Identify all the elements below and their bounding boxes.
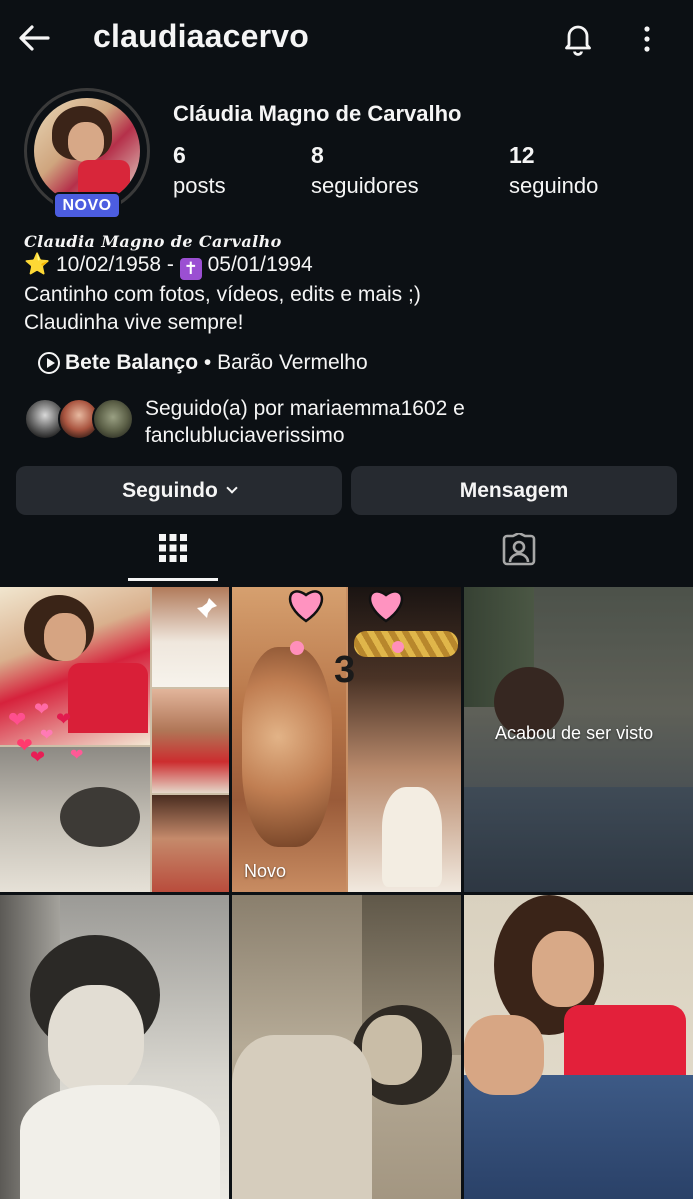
music-song: Bete Balanço [65,351,199,374]
star-icon: ⭐ [24,253,51,276]
posts-grid: ❤ ❤ ❤ ❤ ❤ ❤ ❤ 3 Novo Acabou de ser visto [0,587,693,1199]
heart-sticker-icon [286,587,326,628]
stat-followers-label: seguidores [311,173,419,198]
bio-title: Claudia Magno de Carvalho [24,232,282,251]
mutual-followers-text[interactable]: Seguido(a) por mariaemma1602 e fanclublu… [145,395,465,449]
message-button-label: Mensagem [459,478,569,502]
tab-tagged[interactable] [347,528,693,584]
cross-icon: ✝ [179,258,202,280]
active-tab-indicator [128,578,218,581]
chevron-down-icon [226,482,238,494]
profile-music[interactable]: Bete Balanço • Barão Vermelho [38,351,368,375]
bio-birth: 10/02/1958 - [56,253,180,276]
new-badge: NOVO [53,192,121,219]
following-button[interactable]: Seguindo [16,466,342,515]
profile-username: claudiaacervo [93,18,310,54]
post-tile-3[interactable]: Acabou de ser visto [464,587,693,892]
stat-posts[interactable]: 6 posts [173,142,226,199]
bio-line-2: Cantinho com fotos, vídeos, edits e mais… [24,283,421,306]
post-tile-5[interactable] [232,895,461,1199]
post-seen-label: Acabou de ser visto [495,723,654,743]
mutual-line-1: Seguido(a) por mariaemma1602 e [145,397,465,420]
stat-followers[interactable]: 8 seguidores [311,142,419,199]
profile-tabs [0,528,693,584]
post-tile-4[interactable] [0,895,229,1199]
music-separator: • [198,351,218,374]
bell-icon[interactable] [558,18,598,58]
stat-following-value: 12 [509,142,535,168]
stat-followers-value: 8 [311,142,324,168]
bio-dates: ⭐ 10/02/1958 - ✝ 05/01/1994 [24,253,313,280]
top-bar: claudiaacervo [0,0,693,78]
mutual-avatars[interactable] [24,398,134,442]
avatar-photo [34,98,140,204]
mutual-line-2: fanclubluciaverissimo [145,424,345,447]
bio-death: 05/01/1994 [207,253,313,276]
message-button[interactable]: Mensagem [351,466,677,515]
grid-icon [159,534,187,562]
post-new-label: Novo [244,861,287,881]
post-tile-2[interactable]: 3 Novo [232,587,461,892]
avatar [92,398,134,440]
stat-posts-value: 6 [173,142,186,168]
following-button-label: Seguindo [122,478,218,502]
post-tile-6[interactable] [464,895,693,1199]
stat-posts-label: posts [173,173,226,198]
arrow-left-icon[interactable] [14,18,54,58]
tagged-person-icon [502,533,536,566]
play-circle-icon [38,352,60,374]
profile-full-name: Cláudia Magno de Carvalho [173,101,462,126]
stat-following[interactable]: 12 seguindo [509,142,598,199]
bio-line-3: Claudinha vive sempre! [24,311,244,334]
heart-sticker-icon [366,587,406,628]
tab-posts-grid[interactable] [0,528,346,584]
post-overlay-number: 3 [334,649,356,691]
music-artist: Barão Vermelho [217,351,368,374]
more-vertical-icon[interactable] [632,22,662,56]
post-tile-1[interactable]: ❤ ❤ ❤ ❤ ❤ ❤ ❤ [0,587,229,892]
stat-following-label: seguindo [509,173,599,198]
pin-icon [197,598,217,618]
